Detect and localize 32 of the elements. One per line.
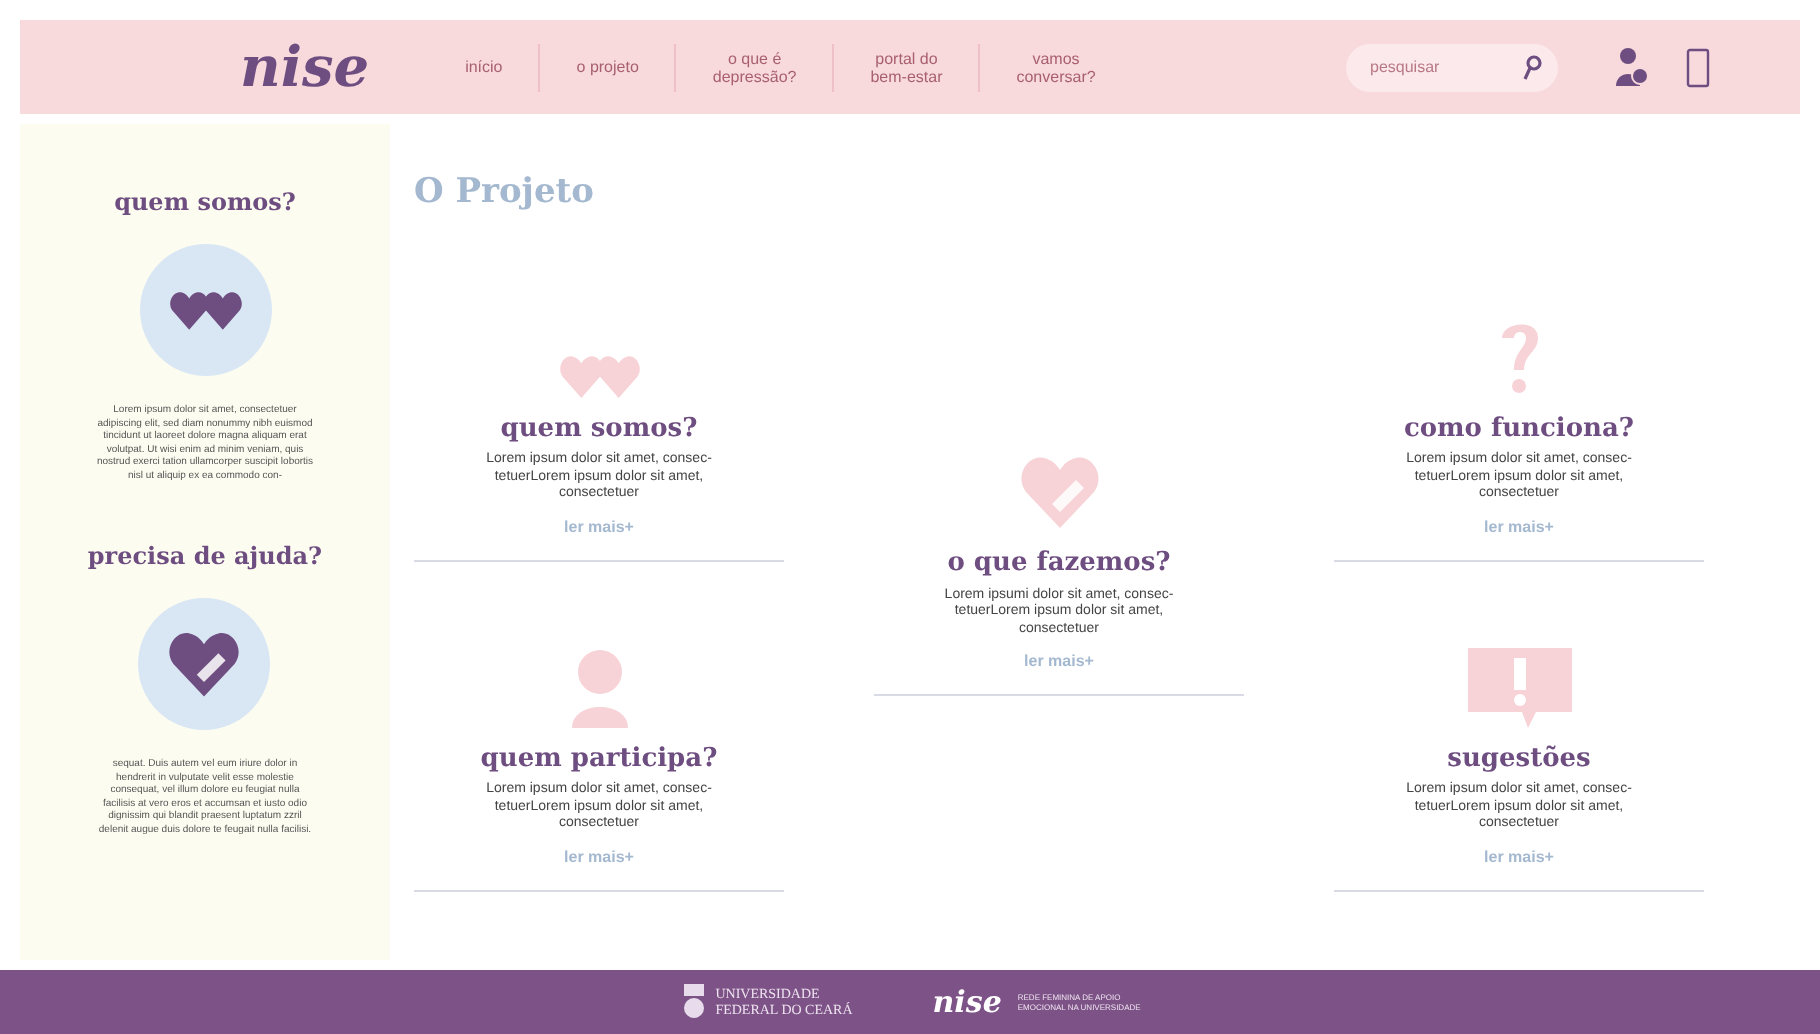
person-icon bbox=[567, 647, 631, 727]
crest-icon bbox=[679, 982, 708, 1022]
read-more-link[interactable]: ler mais+ bbox=[564, 845, 634, 869]
logo[interactable]: nise bbox=[240, 25, 370, 109]
read-more-link[interactable]: ler mais+ bbox=[1024, 650, 1094, 674]
read-more-link[interactable]: ler mais+ bbox=[1484, 845, 1554, 869]
read-more-link[interactable]: ler mais+ bbox=[1484, 515, 1554, 539]
search-input[interactable]: pesquisar bbox=[1370, 55, 1510, 79]
footer-logo: nise bbox=[932, 981, 1002, 1024]
phone-icon[interactable] bbox=[1686, 47, 1710, 87]
search-icon[interactable] bbox=[1522, 53, 1542, 81]
card-title: como funciona? bbox=[1403, 411, 1635, 447]
nav-link[interactable]: início bbox=[429, 58, 539, 76]
two-hearts-icon bbox=[559, 353, 639, 397]
nav-link[interactable]: o que é depressão? bbox=[676, 49, 833, 85]
sidebar-heading: quem somos? bbox=[114, 186, 296, 220]
card-title: o que fazemos? bbox=[947, 546, 1171, 582]
page-title: O Projeto bbox=[414, 170, 596, 216]
sidebar-heading: precisa de ajuda? bbox=[87, 540, 323, 574]
card-title: quem participa? bbox=[480, 741, 718, 777]
card-title: quem somos? bbox=[500, 411, 698, 447]
two-hearts-icon bbox=[169, 290, 241, 330]
alert-speech-bubble-icon bbox=[1467, 647, 1571, 727]
nav-link[interactable]: vamos conversar? bbox=[980, 49, 1132, 85]
heart-bandage-icon bbox=[1019, 452, 1099, 532]
read-more-link[interactable]: ler mais+ bbox=[564, 515, 634, 539]
search-field[interactable]: pesquisar bbox=[1346, 43, 1558, 91]
person-icon[interactable] bbox=[1614, 45, 1650, 89]
nav-link[interactable]: o projeto bbox=[540, 58, 675, 76]
nav-link[interactable]: portal do bem-estar bbox=[834, 49, 979, 85]
heart-bandage-icon bbox=[168, 628, 241, 700]
card-title: sugestões bbox=[1447, 741, 1591, 777]
